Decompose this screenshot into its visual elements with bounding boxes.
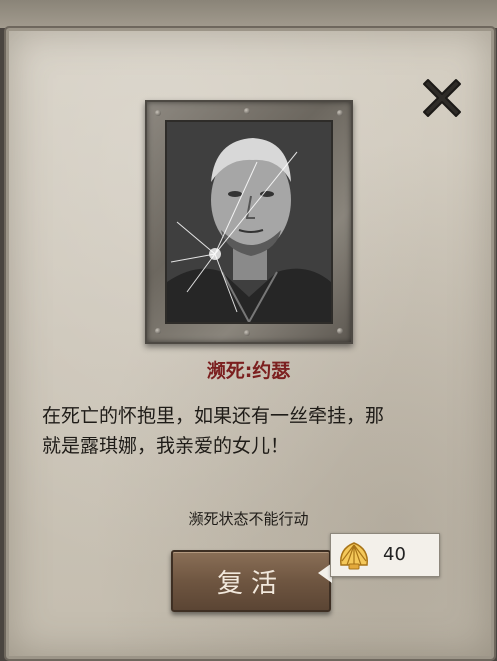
revive-button[interactable]: 复活 bbox=[171, 550, 331, 612]
character-quote: 在死亡的怀抱里，如果还有一丝牵挂，那 就是露琪娜，我亲爱的女儿！ bbox=[42, 401, 472, 461]
status-hint: 濒死状态不能行动 bbox=[188, 510, 309, 528]
character-portrait bbox=[165, 120, 333, 324]
rivet bbox=[155, 110, 161, 116]
rivet bbox=[155, 328, 161, 334]
cost-value: 40 bbox=[383, 544, 406, 565]
rivet bbox=[337, 328, 343, 334]
character-status-title: 濒死:约瑟 bbox=[206, 360, 291, 382]
rivet bbox=[337, 110, 343, 116]
revive-cost: 40 bbox=[330, 533, 440, 577]
rivet bbox=[244, 330, 250, 336]
close-icon bbox=[423, 79, 461, 117]
quote-line: 就是露琪娜，我亲爱的女儿！ bbox=[42, 435, 290, 457]
portrait-frame bbox=[145, 100, 353, 344]
top-border bbox=[0, 0, 497, 28]
rivet bbox=[244, 108, 250, 114]
revive-button-label: 复活 bbox=[216, 568, 285, 599]
shell-icon bbox=[340, 542, 368, 570]
character-portrait-image bbox=[167, 122, 331, 322]
close-button[interactable] bbox=[416, 72, 468, 124]
quote-line: 在死亡的怀抱里，如果还有一丝牵挂，那 bbox=[42, 405, 385, 427]
